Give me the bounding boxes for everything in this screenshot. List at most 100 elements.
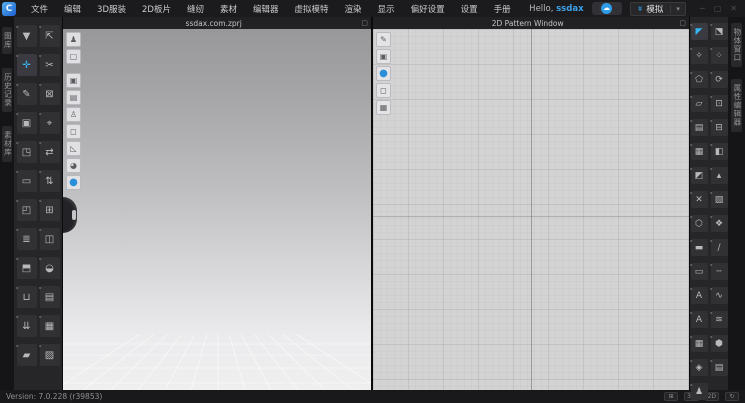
polygon-tool[interactable]: ⬠ xyxy=(691,71,708,88)
avatar-display-toggle[interactable]: ♙ xyxy=(66,107,81,122)
dart-tool[interactable]: ▤ xyxy=(691,119,708,136)
uv-map-tool[interactable]: ◰ xyxy=(17,199,37,221)
tab-object-window[interactable]: 物体窗口 xyxy=(731,23,742,67)
pattern-shape-tool[interactable]: ▱ xyxy=(691,95,708,112)
2d-viewport[interactable]: ✎ ▣ ● ◻ ▦ xyxy=(373,29,689,390)
grade-tool[interactable]: ▦ xyxy=(691,143,708,160)
text-tool[interactable]: A xyxy=(691,287,708,304)
cross-cut-tool[interactable]: ✕ xyxy=(691,191,708,208)
menu-preferences[interactable]: 偏好设置 xyxy=(404,1,452,17)
wind-display-toggle[interactable]: ◺ xyxy=(66,141,81,156)
transform-pattern-tool[interactable]: ◤ xyxy=(691,23,708,40)
wave-seam-tool[interactable]: ∿ xyxy=(711,287,728,304)
menu-edit[interactable]: 编辑 xyxy=(57,1,88,17)
tab-material-library[interactable]: 素材库 xyxy=(2,126,13,162)
sync-view-button[interactable]: ↻ xyxy=(725,392,739,401)
avatar-pose-tool[interactable]: ⇱ xyxy=(40,25,60,47)
mannequin-tool[interactable]: ♟ xyxy=(691,383,708,400)
shading-tool[interactable]: ▧ xyxy=(711,191,728,208)
move-tool[interactable]: ✛ xyxy=(17,54,37,76)
3d-viewport[interactable]: ♟ ▢ ▣ ▤ ♙ ◻ ◺ ◕ ● xyxy=(63,29,371,390)
shade-tool[interactable]: ◒ xyxy=(40,257,60,279)
corner-tool[interactable]: ◩ xyxy=(691,167,708,184)
sewing-edit-tool[interactable]: ✎ xyxy=(17,83,37,105)
show-avatar-toggle[interactable]: ♟ xyxy=(66,32,81,47)
grid-pattern-tool[interactable]: ▦ xyxy=(691,335,708,352)
menu-3d-garment[interactable]: 3D服装 xyxy=(90,1,133,17)
rotate-tool[interactable]: ⟳ xyxy=(711,71,728,88)
zigzag-stitch-tool[interactable]: ≋ xyxy=(711,311,728,328)
tab-library[interactable]: 图库 xyxy=(2,27,13,54)
edit-points-tool[interactable]: ⁘ xyxy=(711,47,728,64)
menu-settings[interactable]: 设置 xyxy=(454,1,485,17)
username-link[interactable]: ssdax xyxy=(556,4,583,14)
split-view-button[interactable]: ⊞ xyxy=(664,392,678,401)
smooth-tool[interactable]: ✂ xyxy=(40,54,60,76)
tape-tool[interactable]: ▭ xyxy=(691,263,708,280)
hatch-tool[interactable]: ▨ xyxy=(40,344,60,366)
menu-virtual-avatar[interactable]: 虚拟模特 xyxy=(288,1,336,17)
garment-texture-toggle[interactable]: ▤ xyxy=(66,90,81,105)
head-display-toggle[interactable]: ◕ xyxy=(66,158,81,173)
garment-outline-toggle[interactable]: ▢ xyxy=(66,49,81,64)
mirror-tool[interactable]: ❖ xyxy=(711,215,728,232)
pin-tool[interactable]: ⌖ xyxy=(40,112,60,134)
minimize-button[interactable]: ─ xyxy=(698,4,707,13)
globe-overlay-toggle[interactable]: ● xyxy=(376,66,391,81)
simulate-button[interactable]: » 模拟 ▾ xyxy=(630,2,686,16)
plane-display-toggle[interactable]: ◻ xyxy=(66,124,81,139)
grid-overlay-toggle[interactable]: ▦ xyxy=(376,100,391,115)
garment-overlay-toggle[interactable]: ▣ xyxy=(376,49,391,64)
slash-measure-tool[interactable]: ∕ xyxy=(711,239,728,256)
copy-pattern-tool[interactable]: ⊡ xyxy=(711,95,728,112)
maximize-button[interactable]: ▢ xyxy=(712,4,724,13)
pleats-tool[interactable]: ⇊ xyxy=(17,315,37,337)
unfold-tool[interactable]: ⬔ xyxy=(711,23,728,40)
remove-tool[interactable]: ⊟ xyxy=(711,119,728,136)
garment-solid-toggle[interactable]: ▣ xyxy=(66,73,81,88)
roll-tool[interactable]: ▰ xyxy=(17,344,37,366)
expand-3d-window-icon[interactable]: ▢ xyxy=(361,20,368,27)
menu-2d-pattern[interactable]: 2D板片 xyxy=(135,1,178,17)
dropdown-caret-icon[interactable]: ▾ xyxy=(670,5,680,13)
menu-sewing[interactable]: 缝纫 xyxy=(180,1,211,17)
menu-material[interactable]: 素材 xyxy=(213,1,244,17)
toolbar-collapse-handle[interactable] xyxy=(63,197,77,233)
pattern-outline-tool[interactable]: ▭ xyxy=(17,170,37,192)
texture-tool[interactable]: ▤ xyxy=(40,286,60,308)
close-button[interactable]: ✕ xyxy=(728,4,739,13)
pocket-tool[interactable]: ⊔ xyxy=(17,286,37,308)
expand-2d-window-icon[interactable]: ▢ xyxy=(679,20,686,27)
layers-tool[interactable]: ≣ xyxy=(17,228,37,250)
ruler-tool[interactable]: ▬ xyxy=(691,239,708,256)
mesh-tool[interactable]: ▦ xyxy=(40,315,60,337)
garment-tool[interactable]: ▣ xyxy=(17,112,37,134)
tab-property-editor[interactable]: 属性编辑器 xyxy=(731,79,742,132)
app-logo-icon[interactable]: C xyxy=(2,2,16,16)
tab-history[interactable]: 历史记录 xyxy=(2,68,13,112)
paper-overlay-toggle[interactable]: ◻ xyxy=(376,83,391,98)
menu-render[interactable]: 渲染 xyxy=(338,1,369,17)
sync-tool[interactable]: ⇅ xyxy=(40,170,60,192)
cloud-sync-button[interactable]: ☁ xyxy=(592,2,622,15)
half-symmetry-tool[interactable]: ◧ xyxy=(711,143,728,160)
flip-tool[interactable]: ⇄ xyxy=(40,141,60,163)
dashed-line-tool[interactable]: ╌ xyxy=(711,263,728,280)
button-tool[interactable]: ⬢ xyxy=(711,335,728,352)
menu-editor[interactable]: 编辑器 xyxy=(246,1,286,17)
notch-tool[interactable]: ▴ xyxy=(711,167,728,184)
edit-curve-tool[interactable]: ✧ xyxy=(691,47,708,64)
fabric-swatch-tool[interactable]: ◈ xyxy=(691,359,708,376)
swatch-stack-tool[interactable]: ▤ xyxy=(711,359,728,376)
panel-tool[interactable]: ◫ xyxy=(40,228,60,250)
menu-file[interactable]: 文件 xyxy=(24,1,55,17)
font-tool[interactable]: A xyxy=(691,311,708,328)
menu-manual[interactable]: 手册 xyxy=(487,1,518,17)
cut-tool[interactable]: ⊠ xyxy=(40,83,60,105)
fabric-tool[interactable]: ⬒ xyxy=(17,257,37,279)
grid-tool[interactable]: ⊞ xyxy=(40,199,60,221)
hexagon-tool[interactable]: ⬡ xyxy=(691,215,708,232)
globe-display-toggle[interactable]: ● xyxy=(66,175,81,190)
fold-arrange-tool[interactable]: ◳ xyxy=(17,141,37,163)
edit-pattern-toggle[interactable]: ✎ xyxy=(376,32,391,47)
